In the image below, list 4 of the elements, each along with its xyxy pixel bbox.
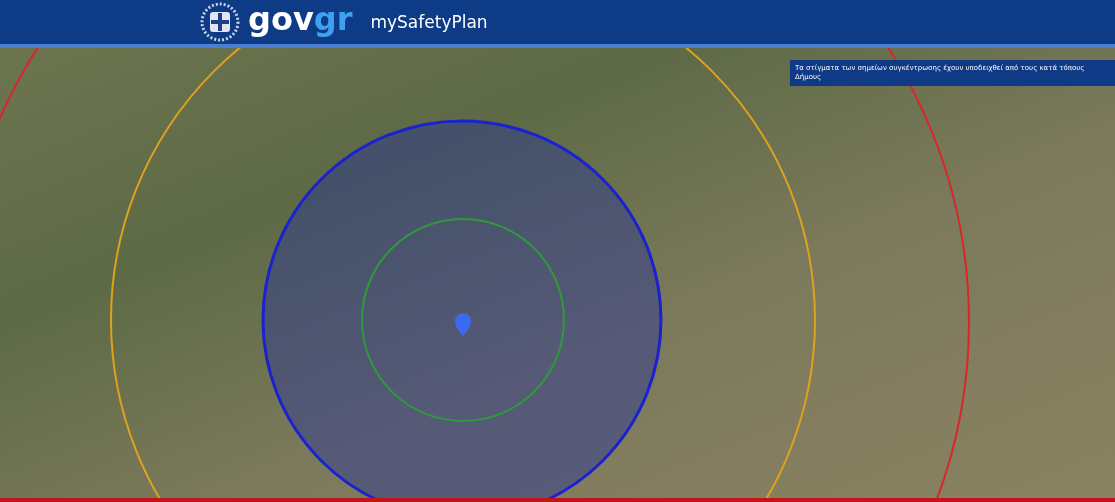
logo-text: gov [248, 3, 314, 35]
emblem-icon [200, 2, 240, 42]
logo-text: gr [313, 3, 353, 35]
app-name: mySafetyPlan [370, 12, 488, 32]
